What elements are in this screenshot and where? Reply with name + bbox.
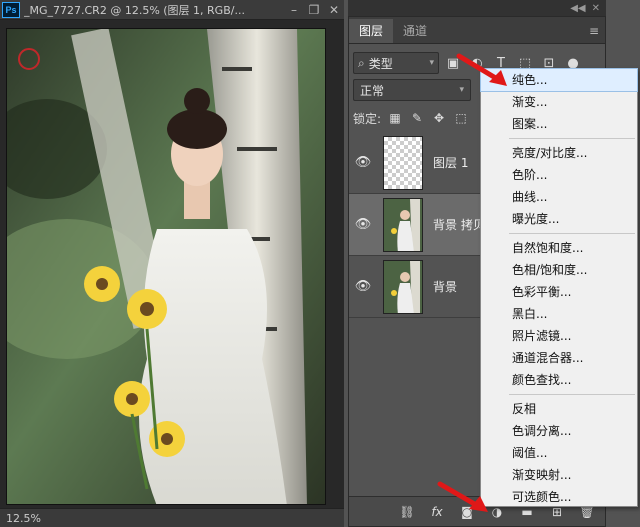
menu-separator xyxy=(509,394,635,395)
photo-canvas[interactable] xyxy=(6,28,326,505)
visibility-eye-icon[interactable]: 👁 xyxy=(349,217,377,232)
zoom-status[interactable]: 12.5% xyxy=(0,508,344,527)
menu-item-curves[interactable]: 曲线... xyxy=(481,186,637,208)
menu-item-hue-saturation[interactable]: 色相/饱和度... xyxy=(481,259,637,281)
blend-mode-row: 正常 ▾ xyxy=(353,79,471,101)
menu-item-photo-filter[interactable]: 照片滤镜... xyxy=(481,325,637,347)
canvas-area[interactable] xyxy=(0,21,344,508)
layer-name[interactable]: 背景 xyxy=(433,278,457,295)
menu-item-invert[interactable]: 反相 xyxy=(481,398,637,420)
collapse-panels-icon[interactable]: ◀◀ xyxy=(570,3,585,14)
menu-item-black-white[interactable]: 黑白... xyxy=(481,303,637,325)
layer-filter-select[interactable]: ⌕ 类型 ▾ xyxy=(353,52,439,74)
menu-item-pattern[interactable]: 图案... xyxy=(481,113,637,135)
menu-item-channel-mixer[interactable]: 通道混合器... xyxy=(481,347,637,369)
menu-item-threshold[interactable]: 阈值... xyxy=(481,442,637,464)
menu-separator xyxy=(509,233,635,234)
lock-position-icon[interactable]: ✥ xyxy=(431,110,447,126)
adjustment-layer-menu: 纯色... 渐变... 图案... 亮度/对比度... 色阶... 曲线... … xyxy=(480,68,638,507)
tab-layers[interactable]: 图层 xyxy=(349,19,394,43)
menu-item-vibrance[interactable]: 自然饱和度... xyxy=(481,237,637,259)
layer-name[interactable]: 背景 拷贝 xyxy=(433,216,485,233)
document-window: Ps _MG_7727.CR2 @ 12.5% (图层 1, RGB/... –… xyxy=(0,0,344,527)
menu-separator xyxy=(509,138,635,139)
link-layers-icon[interactable]: ⛓ xyxy=(397,502,417,522)
menu-item-exposure[interactable]: 曝光度... xyxy=(481,208,637,230)
lock-artboard-icon[interactable]: ⬚ xyxy=(453,110,469,126)
photoshop-logo-icon: Ps xyxy=(2,1,20,18)
menu-item-gradient[interactable]: 渐变... xyxy=(481,91,637,113)
menu-item-posterize[interactable]: 色调分离... xyxy=(481,420,637,442)
image-filter-icon[interactable]: ▣ xyxy=(443,53,463,73)
chevron-down-icon: ▾ xyxy=(429,58,434,68)
visibility-eye-icon[interactable]: 👁 xyxy=(349,155,377,170)
portrait-photo-image xyxy=(7,29,325,504)
menu-item-color-balance[interactable]: 色彩平衡... xyxy=(481,281,637,303)
document-tab[interactable]: Ps _MG_7727.CR2 @ 12.5% (图层 1, RGB/... –… xyxy=(0,0,344,20)
panel-tabs: 图层 通道 ≡ xyxy=(349,17,605,44)
lock-image-icon[interactable]: ✎ xyxy=(409,110,425,126)
search-icon: ⌕ xyxy=(358,55,365,70)
menu-item-levels[interactable]: 色阶... xyxy=(481,164,637,186)
lock-row: 锁定: ▦ ✎ ✥ ⬚ xyxy=(353,107,469,129)
layer-thumbnail xyxy=(383,197,423,252)
panel-dock-bar: ◀◀ ✕ xyxy=(348,0,606,16)
layer-thumbnail xyxy=(383,135,423,190)
close-panel-icon[interactable]: ✕ xyxy=(592,3,600,14)
layer-style-fx-icon[interactable]: fx xyxy=(427,502,447,522)
blend-mode-value: 正常 xyxy=(360,83,385,98)
restore-button[interactable]: ❐ xyxy=(304,1,324,19)
menu-item-solid-color[interactable]: 纯色... xyxy=(480,68,638,92)
menu-item-brightness-contrast[interactable]: 亮度/对比度... xyxy=(481,142,637,164)
menu-item-selective-color[interactable]: 可选颜色... xyxy=(481,486,637,508)
chevron-down-icon: ▾ xyxy=(459,85,464,95)
document-title: _MG_7727.CR2 @ 12.5% (图层 1, RGB/... xyxy=(24,3,245,17)
visibility-eye-icon[interactable]: 👁 xyxy=(349,279,377,294)
layer-thumbnail xyxy=(383,259,423,314)
layer-name[interactable]: 图层 1 xyxy=(433,154,468,171)
add-mask-icon[interactable]: ◙ xyxy=(457,502,477,522)
panel-menu-icon[interactable]: ≡ xyxy=(589,24,599,38)
close-button[interactable]: ✕ xyxy=(324,1,344,19)
menu-item-gradient-map[interactable]: 渐变映射... xyxy=(481,464,637,486)
blend-mode-select[interactable]: 正常 ▾ xyxy=(353,79,471,101)
minimize-button[interactable]: – xyxy=(284,1,304,19)
tab-channels[interactable]: 通道 xyxy=(393,19,437,43)
lock-transparent-icon[interactable]: ▦ xyxy=(387,110,403,126)
menu-item-color-lookup[interactable]: 颜色查找... xyxy=(481,369,637,391)
filter-type-label: 类型 xyxy=(368,56,393,71)
lock-label: 锁定: xyxy=(353,111,382,126)
